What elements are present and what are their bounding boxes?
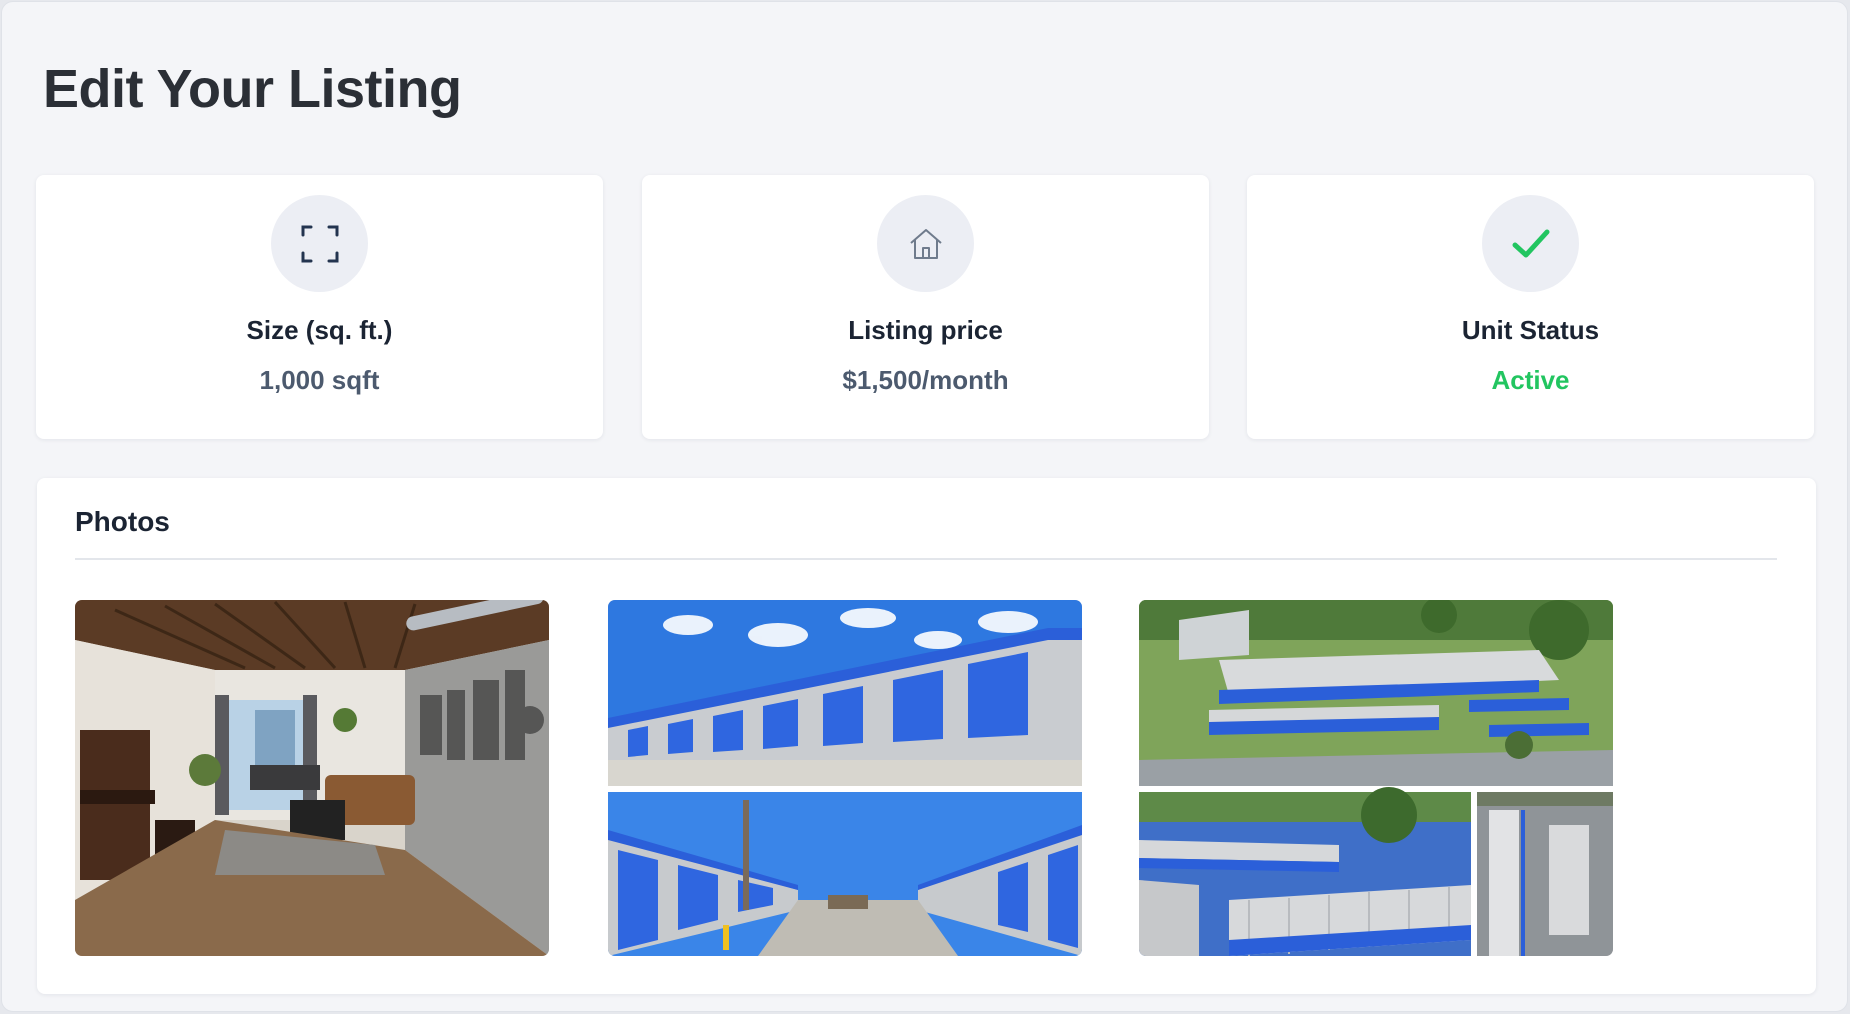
listing-price-label: Listing price: [848, 315, 1003, 345]
unit-status-label: Unit Status: [1461, 315, 1600, 345]
photos-heading: Photos: [75, 506, 170, 537]
photos-divider: [75, 558, 1777, 560]
check-icon: [1482, 195, 1579, 292]
size-label: Size (sq. ft.): [246, 315, 393, 345]
storage-units-collage-photo[interactable]: [608, 600, 1082, 956]
edit-listing-panel: Edit Your Listing Size (sq. ft.) 1,000 s…: [1, 1, 1848, 1012]
size-card: Size (sq. ft.) 1,000 sqft: [36, 175, 603, 439]
expand-icon: [271, 195, 368, 292]
photos-card: Photos: [37, 478, 1816, 994]
listing-price-card: Listing price $1,500/month: [642, 175, 1209, 439]
aerial-storage-facility-collage-photo[interactable]: [1139, 600, 1613, 956]
loft-interior-photo[interactable]: [75, 600, 549, 956]
page-title: Edit Your Listing: [43, 59, 462, 119]
listing-price-value: $1,500/month: [842, 365, 1009, 395]
unit-status-card: Unit Status Active: [1247, 175, 1814, 439]
unit-status-value: Active: [1491, 365, 1570, 395]
size-value: 1,000 sqft: [259, 365, 380, 395]
house-icon: [877, 195, 974, 292]
